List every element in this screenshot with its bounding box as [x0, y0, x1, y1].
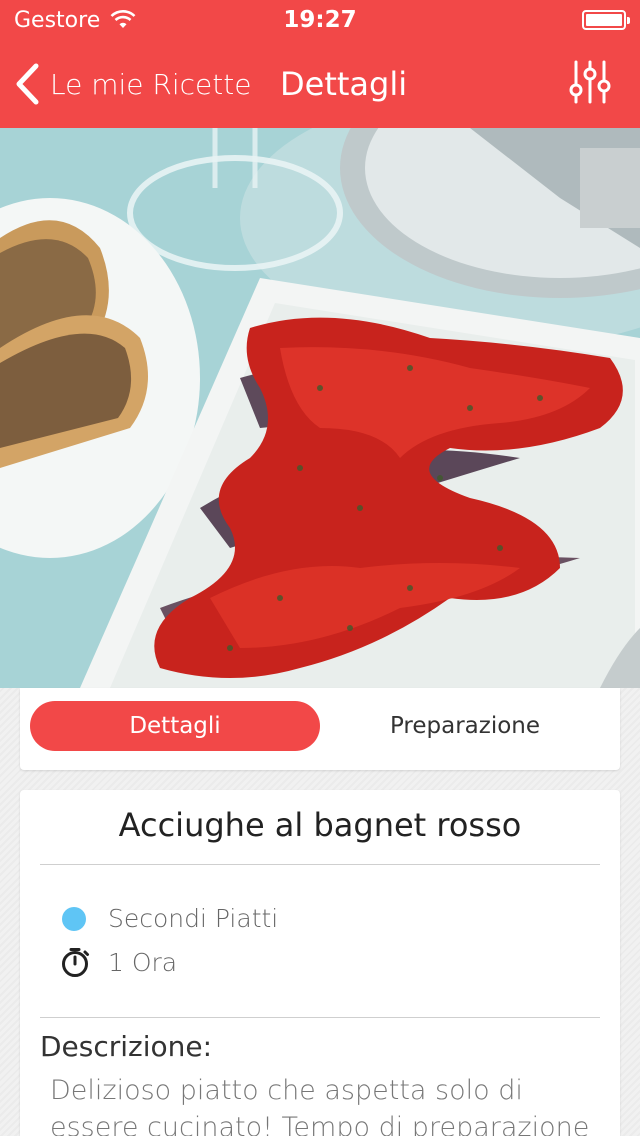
category-row: Secondi Piatti: [60, 904, 278, 933]
status-bar: Gestore 19:27: [0, 0, 640, 40]
divider: [40, 864, 600, 865]
description-heading: Descrizione:: [40, 1030, 213, 1063]
wifi-icon: [110, 10, 136, 28]
navigation-bar: Le mie Ricette Dettagli: [0, 40, 640, 128]
duration-label: 1 Ora: [108, 947, 178, 977]
recipe-details-card: Acciughe al bagnet rosso Secondi Piatti …: [20, 790, 620, 1136]
battery-icon: [582, 10, 630, 30]
stopwatch-icon: [62, 948, 89, 977]
carrier-label: Gestore: [14, 7, 101, 33]
back-label: Le mie Ricette: [50, 67, 252, 101]
duration-row: 1 Ora: [60, 947, 177, 977]
status-left: Gestore: [14, 8, 136, 33]
tab-details[interactable]: Dettagli: [30, 701, 320, 751]
tab-preparation[interactable]: Preparazione: [320, 701, 610, 751]
divider: [40, 1017, 600, 1018]
recipe-photo: [0, 128, 640, 688]
filter-sliders-icon[interactable]: [566, 58, 614, 106]
recipe-title: Acciughe al bagnet rosso: [118, 806, 522, 844]
description-text: Delizioso piatto che aspetta solo di ess…: [50, 1075, 590, 1136]
tab-bar: Dettagli Preparazione: [20, 688, 620, 770]
category-label: Secondi Piatti: [108, 904, 279, 933]
back-button[interactable]: Le mie Ricette: [14, 54, 251, 114]
category-dot-icon: [62, 906, 86, 931]
page-title: Dettagli: [280, 65, 408, 103]
chevron-left-icon: [16, 63, 39, 105]
